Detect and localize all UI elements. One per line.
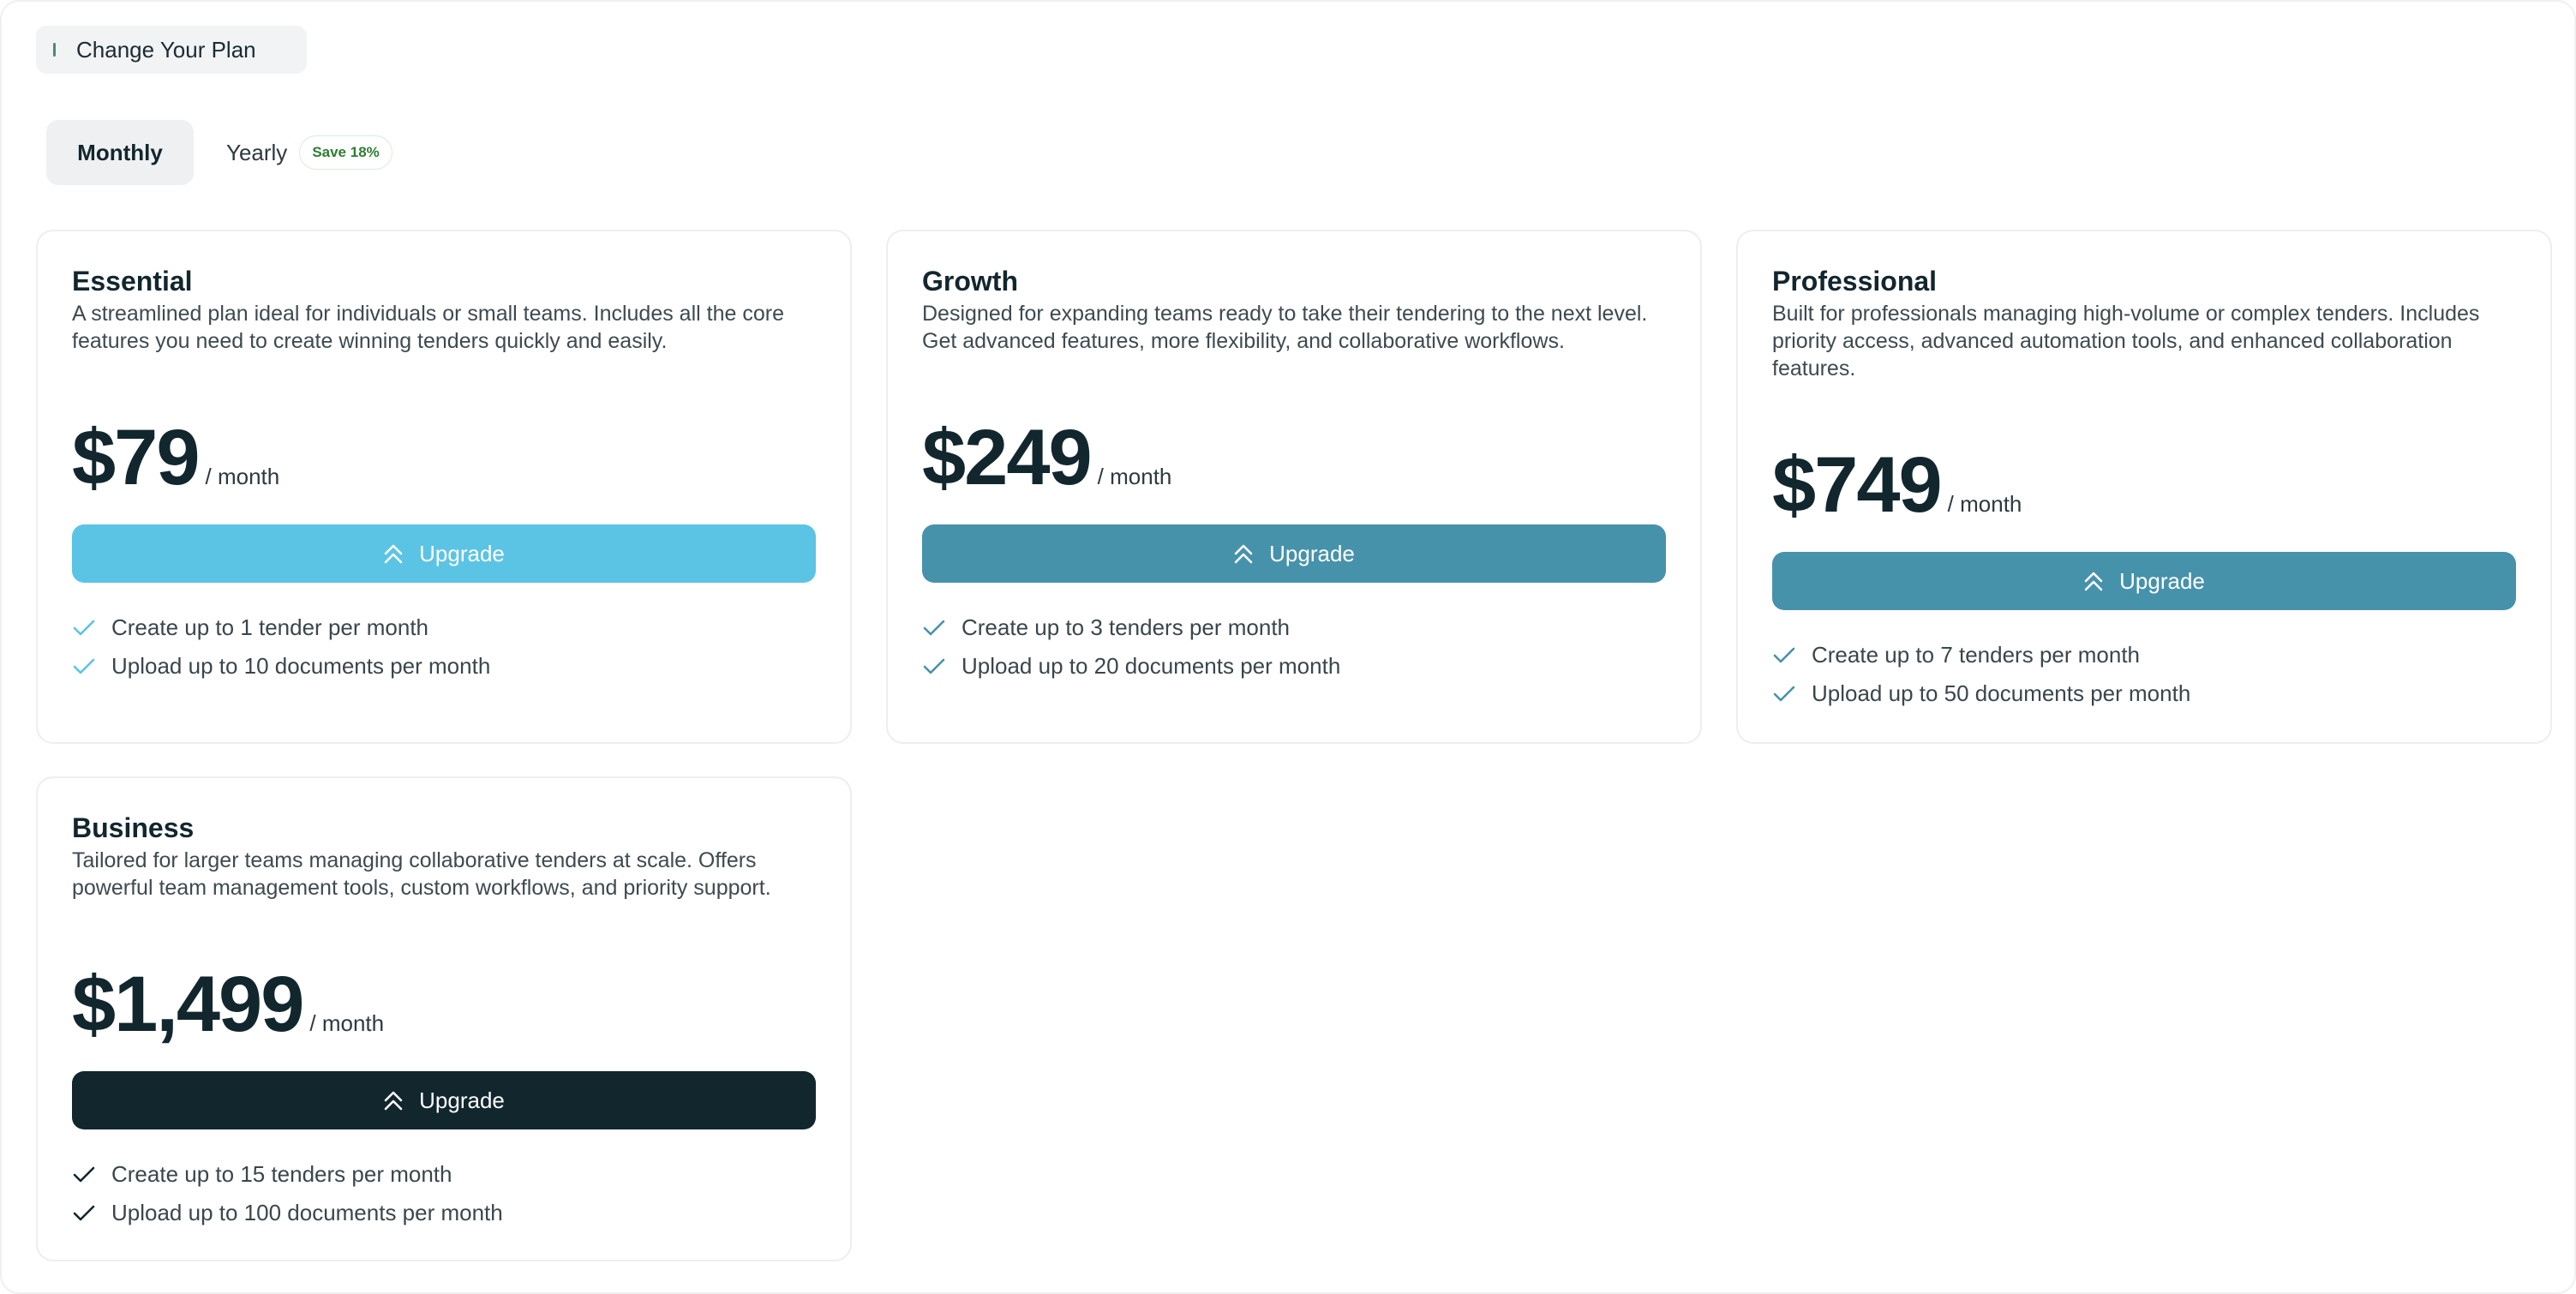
plan-description: Tailored for larger teams managing colla… (72, 848, 771, 900)
price-period: / month (205, 464, 280, 489)
feature-item: Upload up to 10 documents per month (72, 647, 816, 686)
plan-description: Built for professionals managing high-vo… (1772, 302, 2480, 380)
plan-name: Business (72, 812, 195, 843)
upgrade-button-label: Upgrade (1269, 540, 1355, 566)
feature-text: Create up to 3 tenders per month (962, 614, 1291, 640)
billing-period-toggle: Monthly Yearly Save 18% (46, 120, 392, 185)
price-row: $1,499 / month (72, 965, 384, 1044)
price-row: $749 / month (1772, 446, 2022, 524)
check-icon (73, 658, 95, 674)
page-title: Change Your Plan (76, 36, 256, 63)
price-row: $79 / month (72, 418, 279, 497)
feature-text: Upload up to 20 documents per month (962, 653, 1341, 679)
plan-name: Professional (1772, 266, 1938, 297)
upgrade-button[interactable]: Upgrade (922, 524, 1666, 583)
feature-list: Create up to 3 tenders per month Upload … (922, 608, 1666, 686)
yearly-tab-label: Yearly (226, 139, 288, 165)
feature-text: Upload up to 50 documents per month (1812, 680, 2191, 706)
upgrade-button-label: Upgrade (2119, 567, 2205, 594)
change-plan-page: Change Your Plan Monthly Yearly Save 18%… (0, 0, 2576, 1294)
feature-item: Create up to 1 tender per month (72, 608, 816, 647)
check-icon (1773, 686, 1795, 701)
price-period: / month (1947, 491, 2022, 517)
double-chevron-up-icon (384, 544, 403, 564)
feature-item: Create up to 7 tenders per month (1772, 636, 2516, 674)
upgrade-button[interactable]: Upgrade (72, 1071, 816, 1129)
upgrade-button-label: Upgrade (419, 540, 505, 566)
monthly-tab[interactable]: Monthly (46, 120, 194, 185)
plan-price: $749 (1772, 441, 1943, 529)
yearly-savings-badge: Save 18% (299, 135, 392, 170)
feature-text: Create up to 15 tenders per month (111, 1161, 452, 1187)
check-icon (1773, 647, 1795, 662)
plan-price: $1,499 (72, 961, 304, 1048)
upgrade-button[interactable]: Upgrade (1772, 552, 2516, 610)
price-period: / month (1097, 464, 1172, 489)
feature-item: Create up to 3 tenders per month (922, 608, 1666, 647)
check-icon (923, 658, 945, 674)
price-period: / month (309, 1010, 385, 1036)
plan-name: Growth (922, 266, 1018, 297)
feature-list: Create up to 7 tenders per month Upload … (1772, 636, 2516, 713)
feature-item: Upload up to 50 documents per month (1772, 674, 2516, 713)
double-chevron-up-icon (384, 1091, 403, 1111)
double-chevron-up-icon (1234, 544, 1253, 564)
plan-description: A streamlined plan ideal for individuals… (72, 302, 784, 353)
plan-price: $249 (922, 414, 1093, 501)
plan-card-essential: Essential A streamlined plan ideal for i… (36, 230, 852, 744)
plan-description: Designed for expanding teams ready to ta… (922, 302, 1648, 353)
plan-name: Essential (72, 266, 193, 297)
feature-item: Upload up to 20 documents per month (922, 647, 1666, 686)
check-icon (73, 620, 95, 635)
feature-list: Create up to 1 tender per month Upload u… (72, 608, 816, 686)
yearly-tab[interactable]: Yearly Save 18% (226, 135, 392, 170)
plan-card-growth: Growth Designed for expanding teams read… (886, 230, 1702, 744)
header-accent-bar (53, 43, 56, 57)
feature-item: Upload up to 100 documents per month (72, 1194, 816, 1232)
feature-item: Create up to 15 tenders per month (72, 1155, 816, 1194)
check-icon (73, 1205, 95, 1220)
feature-text: Create up to 1 tender per month (111, 614, 429, 640)
plan-card-professional: Professional Built for professionals man… (1736, 230, 2552, 744)
upgrade-button-label: Upgrade (419, 1087, 505, 1113)
check-icon (73, 1166, 95, 1182)
plan-price: $79 (72, 414, 200, 501)
double-chevron-up-icon (2084, 572, 2103, 591)
price-row: $249 / month (922, 418, 1171, 497)
upgrade-button[interactable]: Upgrade (72, 524, 816, 583)
feature-text: Upload up to 100 documents per month (111, 1200, 503, 1225)
page-header: Change Your Plan (36, 26, 307, 74)
feature-text: Upload up to 10 documents per month (111, 653, 491, 679)
feature-text: Create up to 7 tenders per month (1812, 642, 2141, 668)
check-icon (923, 620, 945, 635)
plan-card-business: Business Tailored for larger teams manag… (36, 776, 852, 1261)
feature-list: Create up to 15 tenders per month Upload… (72, 1155, 816, 1232)
